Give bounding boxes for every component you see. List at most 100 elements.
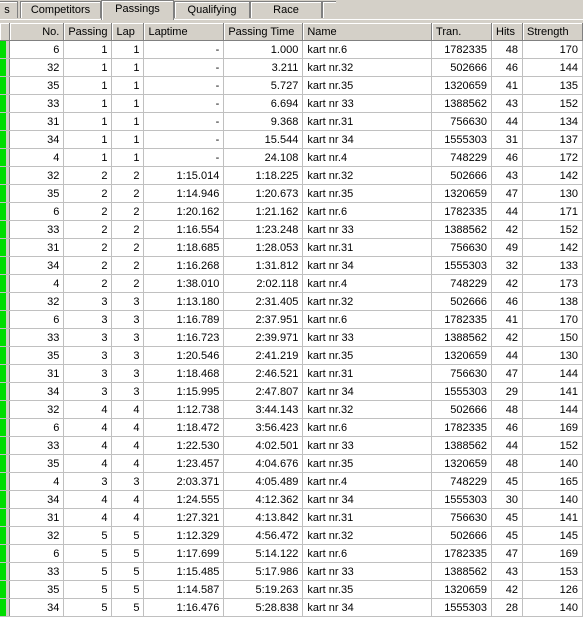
- cell-tran: 748229: [431, 472, 493, 491]
- tab-race[interactable]: Race: [250, 1, 322, 18]
- cell-tran: 1388562: [431, 220, 493, 239]
- table-row[interactable]: 34 2 2 1:16.268 1:31.812 kart nr 34 1555303 32 1…: [0, 256, 583, 275]
- cell-passing-time: 2:37.951: [223, 310, 304, 329]
- column-header-name[interactable]: Name: [302, 23, 433, 41]
- cell-hits: 47: [491, 364, 523, 383]
- column-header-tran[interactable]: Tran.: [431, 23, 493, 41]
- cell-laptime: 1:15.995: [143, 382, 225, 401]
- cell-passing-time: 1:21.162: [223, 202, 304, 221]
- table-row[interactable]: 6 4 4 1:18.472 3:56.423 kart nr.6 1782335 46 169: [0, 418, 583, 437]
- cell-lap: 4: [111, 418, 145, 437]
- row-indicator: [0, 58, 11, 77]
- cell-laptime: 1:23.457: [143, 454, 225, 473]
- column-header-laptime[interactable]: Laptime: [143, 23, 225, 41]
- table-row[interactable]: 32 1 1-3.211 kart nr.32 502666 46 144: [0, 58, 583, 77]
- table-row[interactable]: 6 3 3 1:16.789 2:37.951 kart nr.6 1782335 41 170: [0, 310, 583, 329]
- table-row[interactable]: 33 5 5 1:15.485 5:17.986 kart nr 33 1388562 43 1…: [0, 562, 583, 581]
- table-row[interactable]: 6 1 1-1.000 kart nr.6 1782335 48 170: [0, 40, 583, 59]
- cell-hits: 41: [491, 310, 523, 329]
- cell-hits: 29: [491, 382, 523, 401]
- cell-tran: 756630: [431, 112, 493, 131]
- cell-passing-time: 2:31.405: [223, 292, 304, 311]
- cell-passing-time: 1:20.673: [223, 184, 304, 203]
- table-row[interactable]: 33 2 2 1:16.554 1:23.248 kart nr 33 1388562 42 1…: [0, 220, 583, 239]
- cell-tran: 1388562: [431, 562, 493, 581]
- table-row[interactable]: 34 5 5 1:16.476 5:28.838 kart nr 34 1555303 28 1…: [0, 598, 583, 617]
- status-indicator-bar: [0, 599, 6, 616]
- table-row[interactable]: 35 4 4 1:23.457 4:04.676 kart nr.35 1320659 48 1…: [0, 454, 583, 473]
- table-row[interactable]: 4 2 2 1:38.010 2:02.118 kart nr.4 748229 42 173: [0, 274, 583, 293]
- cell-lap: 1: [111, 94, 145, 113]
- tab-partial-left[interactable]: s: [0, 1, 18, 18]
- table-row[interactable]: 4 1 1-24.108 kart nr.4 748229 46 172: [0, 148, 583, 167]
- cell-passing: 2: [63, 220, 113, 239]
- table-row[interactable]: 6 5 5 1:17.699 5:14.122 kart nr.6 1782335 47 169: [0, 544, 583, 563]
- cell-laptime: 1:13.180: [143, 292, 225, 311]
- tab-qualifying[interactable]: Qualifying: [174, 1, 250, 18]
- status-indicator-bar: [0, 131, 6, 148]
- cell-name: kart nr 34: [302, 598, 433, 617]
- tab-passings[interactable]: Passings: [101, 0, 174, 20]
- cell-tran: 502666: [431, 400, 493, 419]
- cell-hits: 46: [491, 148, 523, 167]
- table-row[interactable]: 33 1 1-6.694 kart nr 33 1388562 43 152: [0, 94, 583, 113]
- cell-strength: 152: [522, 436, 583, 455]
- cell-laptime: -: [143, 112, 225, 131]
- cell-tran: 748229: [431, 274, 493, 293]
- cell-strength: 144: [522, 58, 583, 77]
- table-row[interactable]: 32 5 5 1:12.329 4:56.472 kart nr.32 502666 45 14…: [0, 526, 583, 545]
- cell-passing-time: 3:44.143: [223, 400, 304, 419]
- table-row[interactable]: 33 4 4 1:22.530 4:02.501 kart nr 33 1388562 44 1…: [0, 436, 583, 455]
- cell-lap: 2: [111, 166, 145, 185]
- table-row[interactable]: 31 3 3 1:18.468 2:46.521 kart nr.31 756630 47 14…: [0, 364, 583, 383]
- column-header-strength[interactable]: Strength: [522, 23, 583, 41]
- table-row[interactable]: 32 2 2 1:15.014 1:18.225 kart nr.32 502666 43 14…: [0, 166, 583, 185]
- status-indicator-bar: [0, 473, 6, 490]
- cell-strength: 171: [522, 202, 583, 221]
- cell-no: 32: [9, 166, 65, 185]
- table-row[interactable]: 31 2 2 1:18.685 1:28.053 kart nr.31 756630 49 14…: [0, 238, 583, 257]
- cell-lap: 1: [111, 76, 145, 95]
- status-indicator-bar: [0, 77, 6, 94]
- row-indicator: [0, 580, 11, 599]
- cell-tran: 756630: [431, 238, 493, 257]
- cell-laptime: 1:16.723: [143, 328, 225, 347]
- column-header-no[interactable]: No.: [9, 23, 65, 41]
- cell-strength: 141: [522, 382, 583, 401]
- table-row[interactable]: 34 3 3 1:15.995 2:47.807 kart nr 34 1555303 29 1…: [0, 382, 583, 401]
- table-row[interactable]: 33 3 3 1:16.723 2:39.971 kart nr 33 1388562 42 1…: [0, 328, 583, 347]
- cell-no: 34: [9, 490, 65, 509]
- tab-competitors[interactable]: Competitors: [20, 1, 101, 18]
- table-row[interactable]: 31 1 1-9.368 kart nr.31 756630 44 134: [0, 112, 583, 131]
- table-row[interactable]: 35 1 1-5.727 kart nr.35 1320659 41 135: [0, 76, 583, 95]
- cell-passing-time: 4:02.501: [223, 436, 304, 455]
- cell-hits: 43: [491, 562, 523, 581]
- column-header-hits[interactable]: Hits: [491, 23, 523, 41]
- cell-hits: 42: [491, 580, 523, 599]
- cell-no: 33: [9, 436, 65, 455]
- cell-no: 6: [9, 544, 65, 563]
- cell-tran: 1782335: [431, 544, 493, 563]
- cell-name: kart nr.4: [302, 472, 433, 491]
- table-row[interactable]: 35 5 5 1:14.587 5:19.263 kart nr.35 1320659 42 1…: [0, 580, 583, 599]
- table-row[interactable]: 32 3 3 1:13.180 2:31.405 kart nr.32 502666 46 13…: [0, 292, 583, 311]
- table-row[interactable]: 6 2 2 1:20.162 1:21.162 kart nr.6 1782335 44 171: [0, 202, 583, 221]
- column-header-passing-time[interactable]: Passing Time: [223, 23, 304, 41]
- table-row[interactable]: 35 3 3 1:20.546 2:41.219 kart nr.35 1320659 44 1…: [0, 346, 583, 365]
- table-row[interactable]: 31 4 4 1:27.321 4:13.842 kart nr.31 756630 45 14…: [0, 508, 583, 527]
- tab-empty[interactable]: [322, 1, 336, 18]
- row-indicator: [0, 526, 11, 545]
- table-row[interactable]: 35 2 2 1:14.946 1:20.673 kart nr.35 1320659 47 1…: [0, 184, 583, 203]
- status-indicator-bar: [0, 329, 6, 346]
- table-row[interactable]: 32 4 4 1:12.738 3:44.143 kart nr.32 502666 48 14…: [0, 400, 583, 419]
- table-row[interactable]: 34 1 1-15.544 kart nr 34 1555303 31 137: [0, 130, 583, 149]
- table-row[interactable]: 4 3 3 2:03.371 4:05.489 kart nr.4 748229 45 165: [0, 472, 583, 491]
- table-row[interactable]: 34 4 4 1:24.555 4:12.362 kart nr 34 1555303 30 1…: [0, 490, 583, 509]
- column-header-lap[interactable]: Lap: [111, 23, 145, 41]
- cell-name: kart nr.6: [302, 310, 433, 329]
- column-header-passing[interactable]: Passing: [63, 23, 113, 41]
- cell-passing: 2: [63, 256, 113, 275]
- status-indicator-bar: [0, 419, 6, 436]
- cell-laptime: 1:14.587: [143, 580, 225, 599]
- cell-tran: 1555303: [431, 598, 493, 617]
